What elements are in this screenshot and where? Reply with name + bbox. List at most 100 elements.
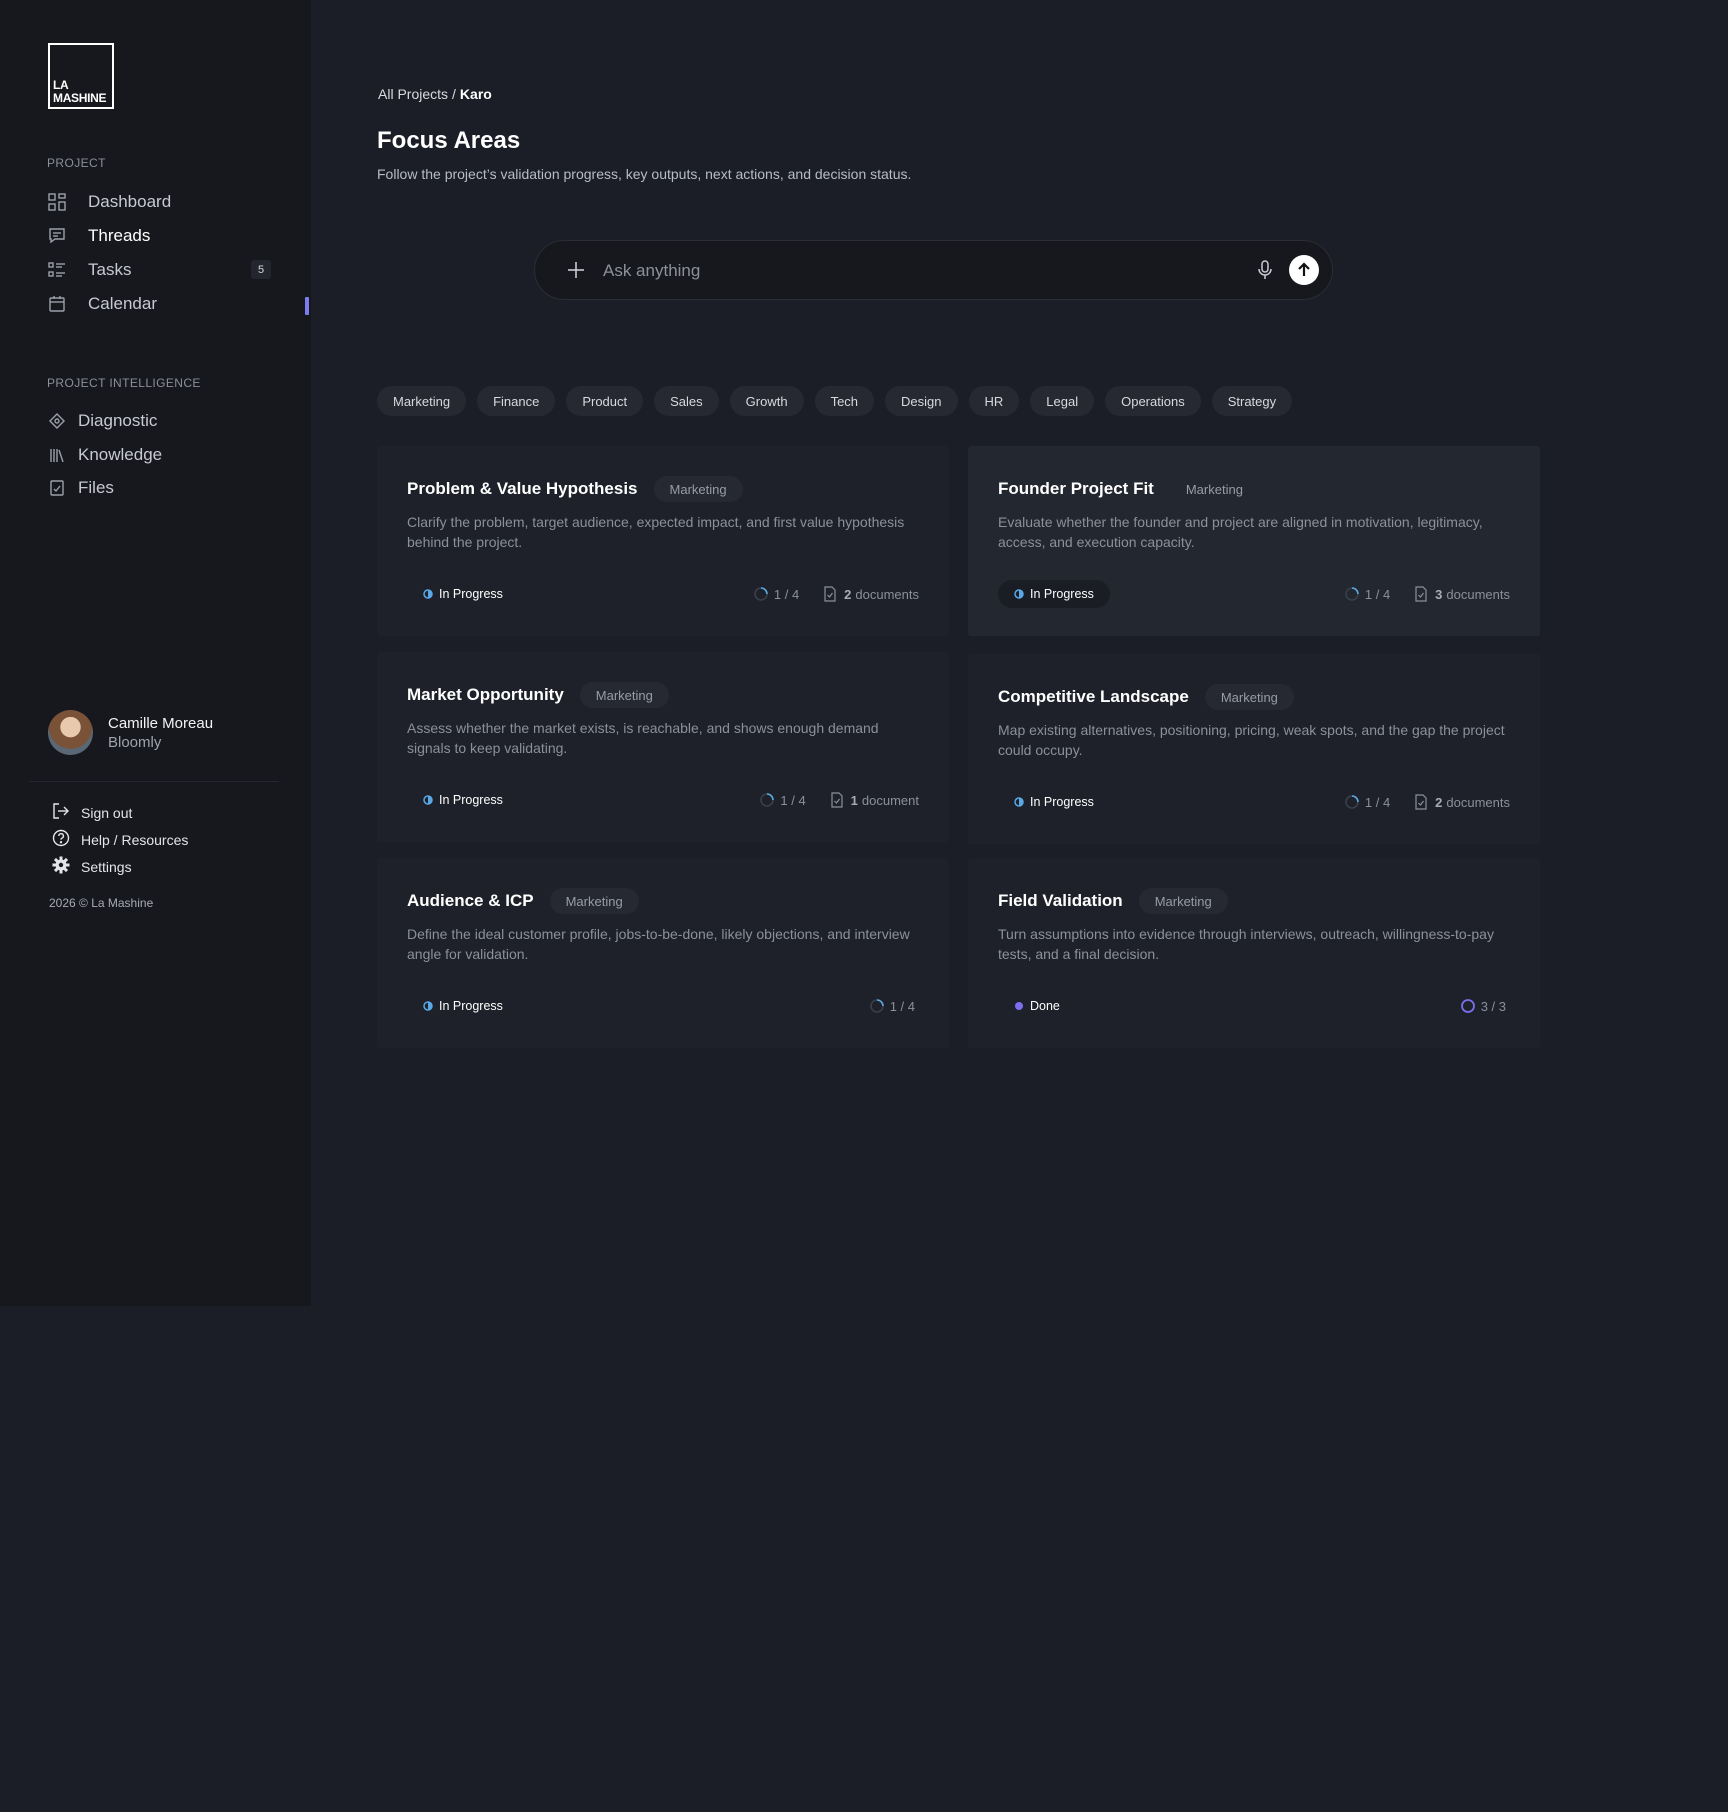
status-badge: Done: [998, 992, 1076, 1020]
sidebar-item-files[interactable]: Files: [47, 474, 114, 502]
copyright: 2026 © La Mashine: [49, 896, 154, 910]
user-org: Bloomly: [108, 733, 162, 751]
documents-count[interactable]: 2 documents: [823, 586, 919, 602]
page-subtitle: Follow the project’s validation progress…: [377, 166, 912, 182]
sign-out-label: Sign out: [81, 804, 133, 821]
microphone-icon[interactable]: [1253, 258, 1277, 282]
progress-ring-icon: [1345, 795, 1359, 809]
sidebar-item-threads[interactable]: Threads: [47, 222, 150, 250]
breadcrumb-separator: /: [452, 86, 456, 102]
sidebar-item-diagnostic[interactable]: Diagnostic: [47, 407, 157, 435]
calendar-icon: [47, 294, 67, 314]
sign-out-button[interactable]: Sign out: [52, 802, 132, 823]
sidebar-item-label: Tasks: [88, 260, 132, 279]
filter-chip-product[interactable]: Product: [566, 386, 644, 416]
status-label: In Progress: [439, 999, 503, 1013]
list-icon: [47, 260, 67, 280]
dot-icon: [1015, 1002, 1023, 1010]
filter-chip-strategy[interactable]: Strategy: [1211, 386, 1293, 416]
settings-link[interactable]: Settings: [52, 856, 132, 877]
sidebar-item-dashboard[interactable]: Dashboard: [47, 188, 171, 216]
document-icon: [831, 792, 843, 808]
sidebar-item-tasks[interactable]: Tasks: [47, 256, 131, 284]
documents-number: 3: [1435, 586, 1443, 602]
sidebar: LA MASHINE PROJECT Dashboard Threads Tas…: [0, 0, 311, 1306]
sidebar-item-label: Threads: [88, 226, 151, 245]
breadcrumb-root[interactable]: All Projects: [378, 86, 448, 102]
grid-icon: [47, 192, 67, 212]
documents-count[interactable]: 2 documents: [1414, 794, 1510, 810]
breadcrumb: All Projects / Karo: [378, 86, 492, 102]
card-title: Competitive Landscape: [998, 687, 1189, 706]
progress-indicator: 1 / 4: [1344, 794, 1390, 810]
documents-label: document: [861, 792, 919, 808]
focus-area-card[interactable]: Founder Project Fit Marketing Evaluate w…: [968, 446, 1540, 636]
progress-text: 1 / 4: [889, 998, 915, 1014]
category-tag: Marketing: [1204, 684, 1294, 710]
focus-area-card[interactable]: Competitive Landscape Marketing Map exis…: [968, 654, 1540, 844]
status-badge: In Progress: [407, 992, 519, 1020]
sidebar-item-knowledge[interactable]: Knowledge: [47, 441, 162, 469]
documents-number: 2: [844, 586, 852, 602]
chat-icon: [47, 226, 67, 246]
filter-chip-growth[interactable]: Growth: [729, 386, 804, 416]
documents-label: documents: [1446, 794, 1510, 810]
project-section-label: PROJECT: [47, 156, 106, 170]
divider: [29, 781, 279, 782]
filter-chip-design[interactable]: Design: [885, 386, 958, 416]
progress-indicator: 1 / 4: [869, 998, 915, 1014]
category-filters: Marketing Finance Product Sales Growth T…: [377, 386, 1293, 416]
progress-ring-icon: [869, 999, 884, 1013]
filter-chip-sales[interactable]: Sales: [654, 386, 719, 416]
filter-chip-marketing[interactable]: Marketing: [377, 386, 467, 416]
documents-count[interactable]: 1 document: [830, 792, 919, 808]
filter-chip-legal[interactable]: Legal: [1030, 386, 1095, 416]
progress-indicator: 1 / 4: [759, 792, 806, 808]
card-title: Problem & Value Hypothesis: [407, 479, 638, 498]
sign-out-icon: [52, 802, 70, 823]
documents-count[interactable]: 3 documents: [1414, 586, 1510, 602]
arrow-up-icon: [1298, 262, 1310, 276]
half-circle-icon: [1014, 589, 1024, 599]
documents-label: documents: [1446, 586, 1510, 602]
focus-area-card[interactable]: Problem & Value Hypothesis Marketing Cla…: [377, 446, 949, 636]
half-circle-icon: [423, 589, 433, 599]
focus-area-card[interactable]: Audience & ICP Marketing Define the idea…: [377, 858, 949, 1048]
card-description: Define the ideal customer profile, jobs-…: [407, 926, 910, 962]
status-label: In Progress: [439, 587, 503, 601]
logo-line-2: MASHINE: [53, 91, 107, 105]
card-description: Evaluate whether the founder and project…: [998, 514, 1483, 550]
half-circle-icon: [423, 795, 433, 805]
progress-ring-icon: [760, 793, 775, 807]
plus-icon[interactable]: [565, 259, 587, 281]
focus-area-card[interactable]: Field Validation Marketing Turn assumpti…: [968, 858, 1540, 1048]
help-label: Help / Resources: [81, 831, 189, 848]
la-mashine-logo[interactable]: LA MASHINE: [48, 43, 114, 109]
filter-chip-operations[interactable]: Operations: [1105, 386, 1201, 416]
help-icon: [52, 829, 70, 850]
help-resources-link[interactable]: Help / Resources: [52, 829, 188, 850]
filter-chip-tech[interactable]: Tech: [814, 386, 875, 416]
sidebar-item-calendar[interactable]: Calendar: [47, 290, 157, 318]
focus-area-card[interactable]: Market Opportunity Marketing Assess whet…: [377, 652, 949, 842]
progress-text: 1 / 4: [1364, 794, 1391, 810]
page-title: Focus Areas: [377, 127, 521, 154]
card-title: Field Validation: [998, 891, 1123, 910]
status-label: In Progress: [1030, 587, 1094, 601]
active-indicator: [305, 297, 309, 315]
progress-ring-icon: [1345, 587, 1359, 601]
card-title: Founder Project Fit: [998, 479, 1154, 498]
card-title: Market Opportunity: [407, 685, 564, 704]
filter-chip-hr[interactable]: HR: [968, 386, 1020, 416]
progress-indicator: 1 / 4: [1344, 586, 1390, 602]
logo-line-1: LA: [53, 78, 69, 92]
sidebar-item-label: Knowledge: [78, 445, 163, 464]
progress-ring-icon: [754, 587, 768, 601]
send-button[interactable]: [1289, 255, 1319, 285]
filter-chip-finance[interactable]: Finance: [477, 386, 556, 416]
gear-icon: [52, 856, 70, 877]
sidebar-item-label: Dashboard: [88, 192, 172, 211]
progress-text: 1 / 4: [1364, 586, 1391, 602]
user-profile[interactable]: Camille Moreau Bloomly: [48, 710, 213, 755]
ask-input[interactable]: [603, 255, 1203, 287]
